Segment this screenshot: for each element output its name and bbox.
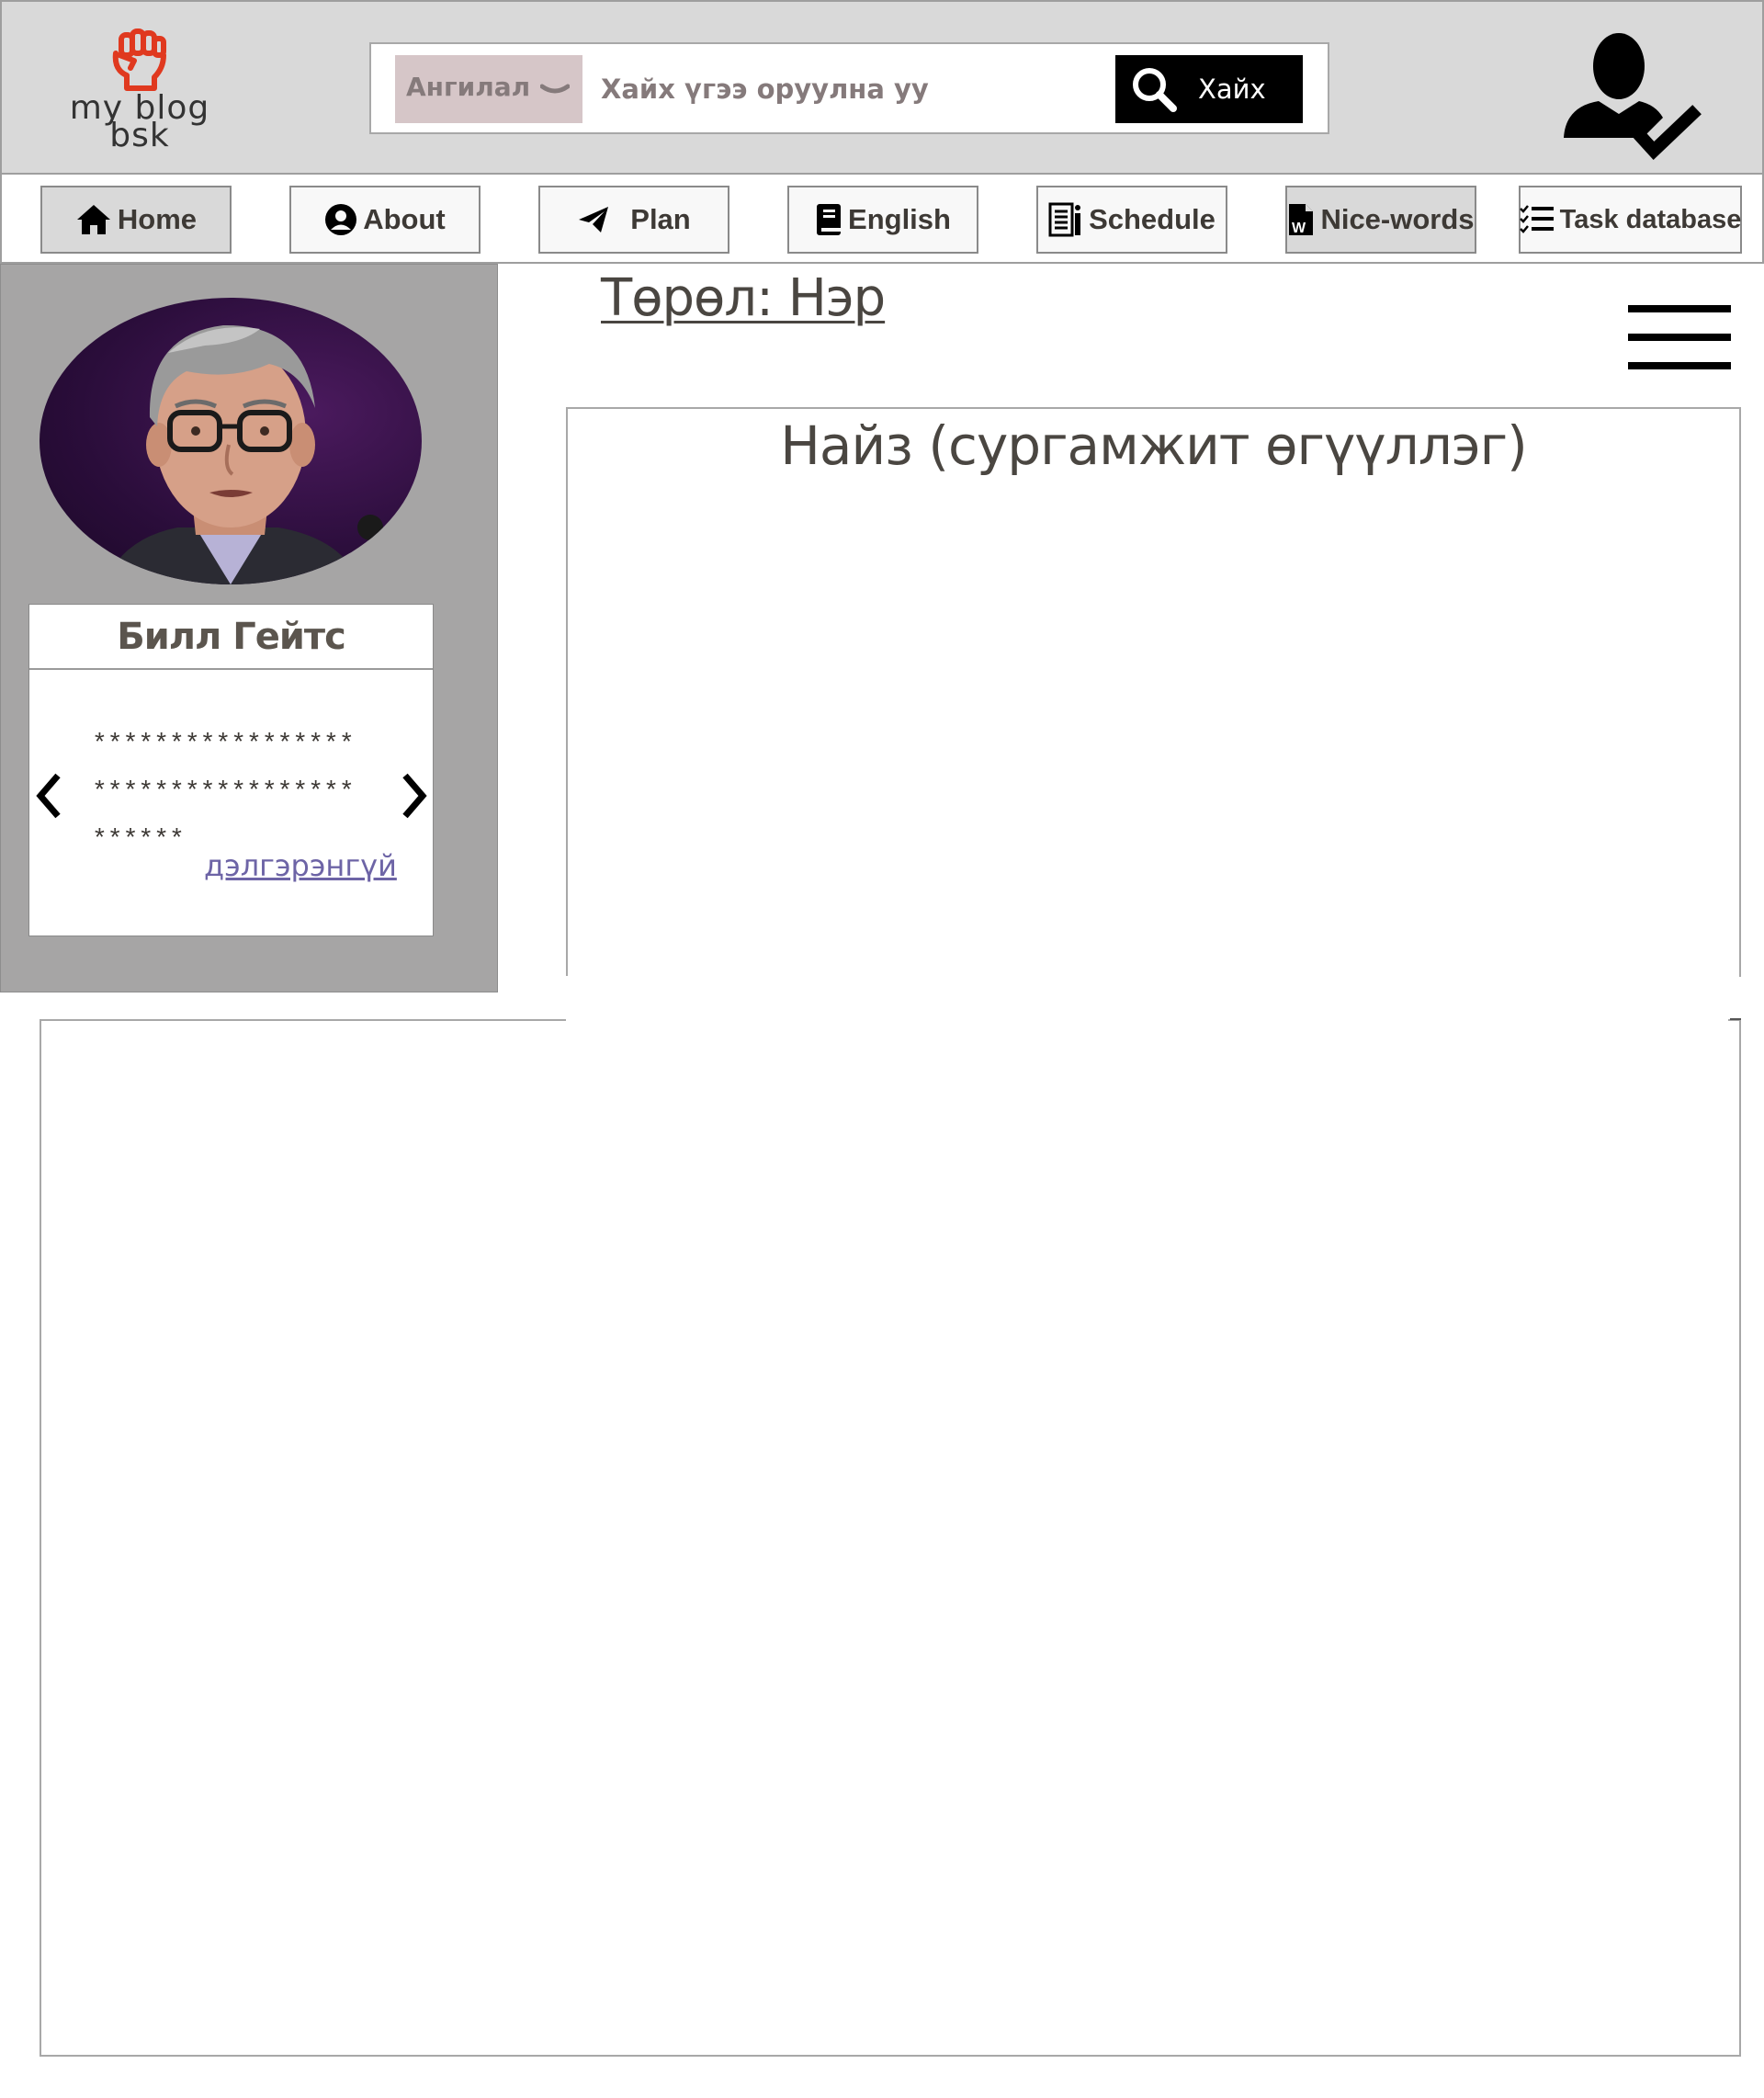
panel-overlap <box>566 976 1728 1022</box>
search-button-label: Хайх <box>1198 74 1266 105</box>
nav-item-nice-words[interactable]: W Nice-words <box>1285 186 1476 254</box>
profile-card: Билл Гейтс ***************** ***********… <box>28 604 434 936</box>
user-verified-icon[interactable] <box>1555 29 1702 167</box>
menu-icon-bar <box>1628 362 1731 369</box>
nav-label-about: About <box>363 203 446 235</box>
nav-label-task-database: Task database <box>1559 204 1742 234</box>
svg-text:W: W <box>1292 221 1306 236</box>
search-input[interactable] <box>601 59 1097 119</box>
logo[interactable]: my blog bsk <box>66 26 213 164</box>
profile-sidebar: Билл Гейтс ***************** ***********… <box>0 264 498 992</box>
nav-label-home: Home <box>117 203 198 235</box>
content-area <box>40 1019 1741 2057</box>
article-panel: Найз (сургамжит өгүүллэг) <box>566 407 1741 977</box>
checklist-icon <box>1519 205 1554 233</box>
logo-text-line2: bsk <box>109 117 170 154</box>
menu-icon-bar <box>1628 305 1731 312</box>
nav-item-about[interactable]: About <box>289 186 481 254</box>
nav-label-schedule: Schedule <box>1089 203 1216 235</box>
genre-title[interactable]: Төрөл: Нэр <box>601 268 886 328</box>
header: my blog bsk Ангилал Хайх <box>0 0 1764 175</box>
nav-item-english[interactable]: English <box>787 186 978 254</box>
nav-item-home[interactable]: Home <box>40 186 232 254</box>
profile-description-line2: ***************** <box>92 778 355 807</box>
nav-item-schedule[interactable]: Schedule <box>1036 186 1227 254</box>
search-icon <box>1133 68 1177 112</box>
search-button[interactable]: Хайх <box>1115 55 1303 123</box>
nav-item-task-database[interactable]: Task database <box>1519 186 1742 254</box>
nav-label-plan: Plan <box>630 203 691 235</box>
chevron-right-icon[interactable] <box>400 772 429 820</box>
search-bar: Ангилал Хайх <box>369 42 1329 134</box>
profile-name: Билл Гейтс <box>29 605 433 670</box>
read-more-link[interactable]: дэлгэрэнгүй <box>204 848 397 883</box>
profile-description: ***************** ***************** ****… <box>92 721 386 865</box>
nav-label-nice-words: Nice-words <box>1320 203 1475 235</box>
book-icon <box>817 204 842 235</box>
nav-item-plan[interactable]: Plan <box>538 186 729 254</box>
article-title: Найз (сургамжит өгүүллэг) <box>780 414 1527 477</box>
home-icon <box>76 205 110 234</box>
category-label: Ангилал <box>406 72 531 102</box>
user-circle-icon <box>325 204 357 235</box>
category-dropdown[interactable]: Ангилал <box>395 55 582 123</box>
menu-icon[interactable] <box>1628 305 1731 369</box>
main-navigation: Home About Plan English Schedule W Nice-… <box>0 175 1764 264</box>
chevron-down-icon <box>540 84 570 94</box>
menu-icon-bar <box>1628 334 1731 341</box>
chevron-left-icon[interactable] <box>34 772 63 820</box>
profile-description-line1: ***************** <box>92 731 355 759</box>
raised-fist-icon <box>112 28 166 91</box>
nav-label-english: English <box>848 203 951 235</box>
panel-edge-mark <box>1730 1018 1741 1020</box>
paper-plane-icon <box>579 207 609 232</box>
profile-photo <box>40 298 422 584</box>
word-file-icon: W <box>1289 204 1314 236</box>
document-list-icon <box>1048 202 1081 237</box>
